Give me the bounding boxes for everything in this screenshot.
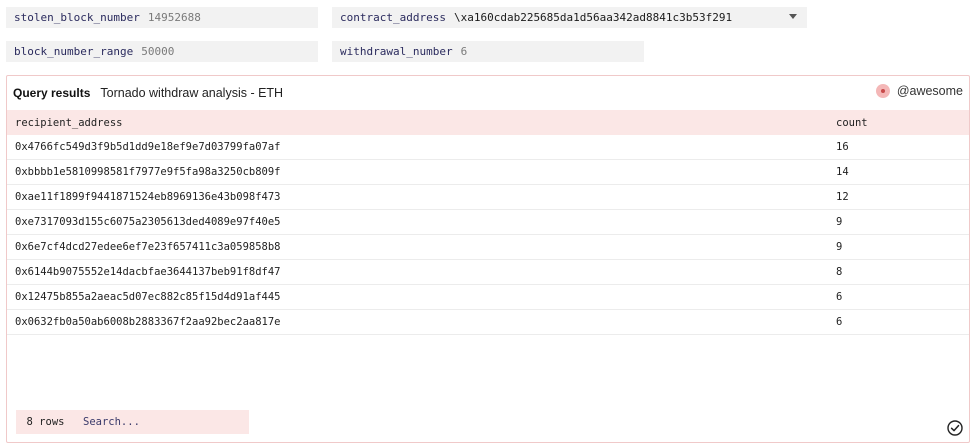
query-title[interactable]: Tornado withdraw analysis - ETH [100, 86, 283, 100]
user-link[interactable]: @awesome [875, 84, 963, 98]
username[interactable]: @awesome [897, 84, 963, 98]
cell-recipient-address: 0x6e7cf4dcd27edee6ef7e23f657411c3a059858… [15, 241, 281, 253]
table-row: 0x12475b855a2aeac5d07ec882c85f15d4d91af4… [7, 285, 969, 310]
avatar-icon [875, 84, 890, 98]
param-withdrawal-number[interactable]: withdrawal_number 6 [332, 41, 644, 62]
param-label: withdrawal_number [340, 45, 453, 58]
table-row: 0xae11f1899f9441871524eb8969136e43b098f4… [7, 185, 969, 210]
param-label: block_number_range [14, 45, 134, 58]
param-value[interactable]: 14952688 [148, 11, 201, 24]
cell-recipient-address: 0xe7317093d155c6075a2305613ded4089e97f40… [15, 216, 281, 228]
chevron-down-icon[interactable] [789, 14, 797, 19]
param-block-number-range[interactable]: block_number_range 50000 [6, 41, 318, 62]
cell-recipient-address: 0x4766fc549d3f9b5d1dd9e18ef9e7d03799fa07… [15, 141, 281, 153]
cell-count: 14 [836, 166, 849, 178]
cell-count: 12 [836, 191, 849, 203]
table-row: 0x6e7cf4dcd27edee6ef7e23f657411c3a059858… [7, 235, 969, 260]
cell-recipient-address: 0x12475b855a2aeac5d07ec882c85f15d4d91af4… [15, 291, 281, 303]
param-label: stolen_block_number [14, 11, 140, 24]
param-stolen-block-number[interactable]: stolen_block_number 14952688 [6, 7, 318, 28]
cell-count: 9 [836, 241, 843, 253]
cell-count: 9 [836, 216, 843, 228]
param-value[interactable]: \xa160cdab225685da1d56aa342ad8841c3b53f2… [454, 11, 732, 24]
param-value[interactable]: 50000 [141, 45, 174, 58]
cell-count: 6 [836, 291, 843, 303]
table-row: 0x0632fb0a50ab6008b2883367f2aa92bec2aa81… [7, 310, 969, 335]
table-row: 0x4766fc549d3f9b5d1dd9e18ef9e7d03799fa07… [7, 135, 969, 160]
search-input[interactable] [75, 410, 249, 434]
param-value[interactable]: 6 [461, 45, 468, 58]
query-results-panel: Query results Tornado withdraw analysis … [6, 75, 970, 443]
panel-header: Query results Tornado withdraw analysis … [7, 76, 969, 109]
cell-count: 8 [836, 266, 843, 278]
table-row: 0x6144b9075552e14dacbfae3644137beb91f8df… [7, 260, 969, 285]
param-contract-address[interactable]: contract_address \xa160cdab225685da1d56a… [332, 7, 807, 28]
cell-recipient-address: 0x6144b9075552e14dacbfae3644137beb91f8df… [15, 266, 281, 278]
cell-count: 6 [836, 316, 843, 328]
cell-recipient-address: 0xbbbb1e5810998581f7977e9f5fa98a3250cb80… [15, 166, 281, 178]
column-header-count[interactable]: count [827, 117, 868, 129]
check-circle-icon [947, 420, 963, 436]
table-row: 0xbbbb1e5810998581f7977e9f5fa98a3250cb80… [7, 160, 969, 185]
cell-recipient-address: 0x0632fb0a50ab6008b2883367f2aa92bec2aa81… [15, 316, 281, 328]
param-label: contract_address [340, 11, 446, 24]
table-header: recipient_address count [7, 110, 969, 135]
table-row: 0xe7317093d155c6075a2305613ded4089e97f40… [7, 210, 969, 235]
cell-recipient-address: 0xae11f1899f9441871524eb8969136e43b098f4… [15, 191, 281, 203]
row-count: 8 rows [16, 410, 75, 434]
results-table: recipient_address count 0x4766fc549d3f9b… [7, 110, 969, 335]
cell-count: 16 [836, 141, 849, 153]
query-results-label: Query results [13, 85, 91, 100]
column-header-recipient-address[interactable]: recipient_address [7, 117, 827, 129]
